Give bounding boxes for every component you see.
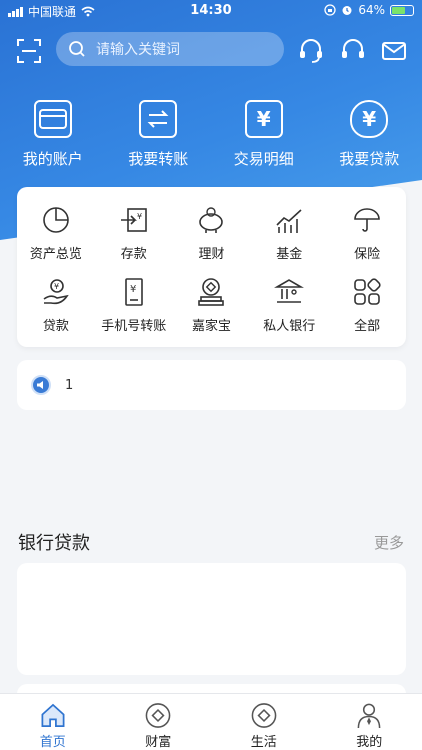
tab-wealth[interactable]: 财富: [106, 694, 212, 750]
speaker-icon: [31, 375, 51, 395]
deposit-icon: ¥: [120, 208, 147, 232]
headset-icon[interactable]: [340, 38, 366, 64]
services-card: 资产总览 ¥ 存款 理财 基金 保险 ¥ 贷款 ¥ 手机号转账 嘉家宝 私人银行…: [17, 187, 406, 347]
search-input[interactable]: 请输入关键词: [56, 32, 284, 66]
piggy-bank-icon: [199, 207, 224, 233]
grid-loan[interactable]: ¥ 贷款: [17, 277, 95, 349]
battery-icon: [390, 4, 414, 16]
battery-label: 64%: [358, 3, 385, 17]
grid-insurance[interactable]: 保险: [328, 205, 406, 277]
loan-section-title: 银行贷款: [18, 533, 90, 554]
grid-private-bank[interactable]: 私人银行: [250, 277, 328, 349]
quick-loan[interactable]: ¥ 我要贷款: [317, 100, 422, 180]
search-icon: [69, 41, 85, 57]
card-icon: [33, 100, 72, 138]
quick-transactions[interactable]: ¥ 交易明细: [211, 100, 317, 180]
svg-text:¥: ¥: [130, 284, 136, 295]
grid-label: 嘉家宝: [191, 319, 231, 334]
all-apps-icon: [354, 278, 381, 305]
quick-label: 我的账户: [22, 150, 83, 168]
grid-deposit[interactable]: ¥ 存款: [95, 205, 173, 277]
scan-icon[interactable]: [16, 38, 42, 64]
grid-label: 私人银行: [263, 319, 316, 334]
grid-label: 存款: [120, 247, 147, 262]
quick-my-account[interactable]: 我的账户: [0, 100, 106, 180]
grid-label: 资产总览: [29, 247, 82, 262]
transfer-icon: [139, 100, 178, 138]
grid-wealth[interactable]: 理财: [173, 205, 251, 277]
tab-label: 首页: [39, 735, 66, 750]
pie-chart-icon: [43, 207, 69, 233]
top-bar: 请输入关键词: [0, 30, 422, 70]
grid-asset-overview[interactable]: 资产总览: [17, 205, 95, 277]
grid-label: 全部: [354, 319, 381, 334]
tab-label: 我的: [356, 735, 383, 750]
tab-label: 生活: [250, 735, 277, 750]
loan-more-link[interactable]: 更多: [374, 532, 404, 553]
wealth-icon: [145, 703, 171, 728]
tab-life[interactable]: 生活: [211, 694, 317, 750]
svg-text:¥: ¥: [54, 282, 59, 291]
grid-phone-transfer[interactable]: ¥ 手机号转账: [95, 277, 173, 349]
status-bar: 中国联通 14:30 64%: [0, 0, 422, 22]
mail-icon[interactable]: [381, 38, 407, 64]
hand-coin-icon: ¥: [43, 279, 69, 305]
tab-label: 财富: [145, 735, 172, 750]
quick-transfer[interactable]: 我要转账: [106, 100, 212, 180]
grid-all[interactable]: 全部: [328, 277, 406, 349]
tab-home[interactable]: 首页: [0, 694, 106, 750]
search-placeholder: 请输入关键词: [96, 42, 180, 58]
notice-bar[interactable]: 1: [17, 360, 406, 410]
phone-transfer-icon: ¥: [124, 278, 143, 306]
quick-label: 我要贷款: [339, 150, 400, 168]
profile-icon: [357, 703, 381, 729]
grid-label: 贷款: [42, 319, 69, 334]
tab-profile[interactable]: 我的: [317, 694, 422, 750]
alarm-icon: [342, 6, 352, 15]
home-icon: [41, 703, 65, 727]
tab-bar: 首页 财富 生活 我的: [0, 693, 422, 750]
bank-icon: [274, 279, 305, 303]
svg-text:¥: ¥: [137, 212, 142, 221]
life-icon: [251, 703, 277, 728]
loan-card[interactable]: [17, 563, 406, 675]
grid-label: 手机号转账: [101, 319, 167, 334]
grid-jiajiabao[interactable]: 嘉家宝: [173, 277, 251, 349]
grid-fund[interactable]: 基金: [250, 205, 328, 277]
yuan-doc-icon: ¥: [244, 100, 283, 138]
coin-stack-icon: [198, 278, 225, 306]
customer-service-icon[interactable]: [298, 38, 324, 64]
quick-actions: 我的账户 我要转账 ¥ 交易明细 ¥ 我要贷款: [0, 100, 422, 180]
grid-label: 理财: [198, 247, 225, 262]
money-bag-icon: ¥: [350, 100, 389, 138]
quick-label: 我要转账: [128, 150, 189, 168]
orientation-lock-icon: [324, 4, 336, 16]
quick-label: 交易明细: [233, 150, 294, 168]
grid-label: 保险: [354, 247, 381, 262]
notice-text: 1: [65, 377, 74, 393]
umbrella-icon: [354, 208, 380, 232]
grid-label: 基金: [276, 247, 303, 262]
trend-chart-icon: [276, 209, 302, 233]
